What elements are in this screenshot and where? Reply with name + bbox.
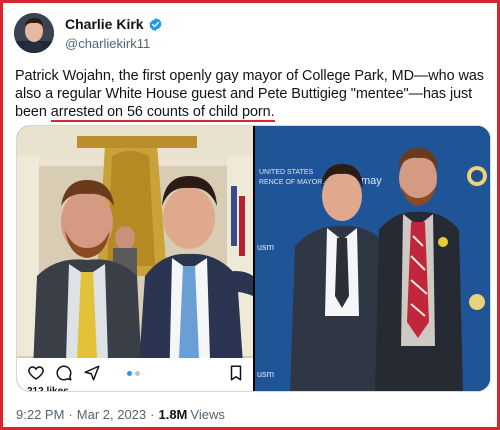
share-icon[interactable]: [83, 364, 101, 382]
author-display-name[interactable]: Charlie Kirk: [65, 16, 144, 32]
verified-badge-icon: [148, 17, 163, 32]
tweet-text-underlined: arrested on 56 counts of child porn.: [50, 104, 275, 122]
carousel-dots: [127, 371, 140, 376]
sign-text-4: usm: [257, 242, 274, 252]
sign-text-1: UNITED STATES: [259, 169, 314, 176]
views-count: 1.8M: [158, 407, 188, 422]
tweet-media[interactable]: 212 likes UNITED STATES RENCE OF MAYORS …: [16, 125, 491, 392]
likes-count-partial: 212 likes: [27, 386, 69, 392]
views-label: Views: [190, 407, 225, 422]
author-name-row: Charlie Kirk: [65, 16, 163, 32]
photo-right[interactable]: UNITED STATES RENCE OF MAYORS may usm us…: [255, 126, 490, 391]
bookmark-icon[interactable]: [227, 364, 245, 382]
tweet-header: Charlie Kirk @charliekirk11: [14, 11, 484, 61]
tweet-time[interactable]: 9:22 PM: [16, 407, 64, 422]
author-handle[interactable]: @charliekirk11: [65, 36, 150, 51]
heart-icon[interactable]: [27, 364, 45, 382]
screenshot-frame: Charlie Kirk @charliekirk11 Patrick Woja…: [0, 0, 500, 430]
meta-separator-2: ·: [150, 407, 155, 422]
tweet-date[interactable]: Mar 2, 2023: [77, 407, 146, 422]
photo-left[interactable]: 212 likes: [17, 126, 253, 392]
tweet-text: Patrick Wojahn, the first openly gay may…: [15, 67, 485, 122]
meta-separator: ·: [68, 407, 73, 422]
sign-text-2: RENCE OF MAYORS: [259, 179, 327, 186]
carousel-dot-active: [127, 371, 132, 376]
photo-left-action-bar: 212 likes: [17, 358, 253, 392]
carousel-dot: [135, 371, 140, 376]
tweet-meta: 9:22 PM · Mar 2, 2023 · 1.8M Views: [16, 407, 225, 422]
avatar[interactable]: [14, 13, 54, 53]
comment-icon[interactable]: [55, 364, 73, 382]
sign-text-3: may: [361, 175, 382, 187]
sign-text-5: usm: [257, 369, 274, 379]
